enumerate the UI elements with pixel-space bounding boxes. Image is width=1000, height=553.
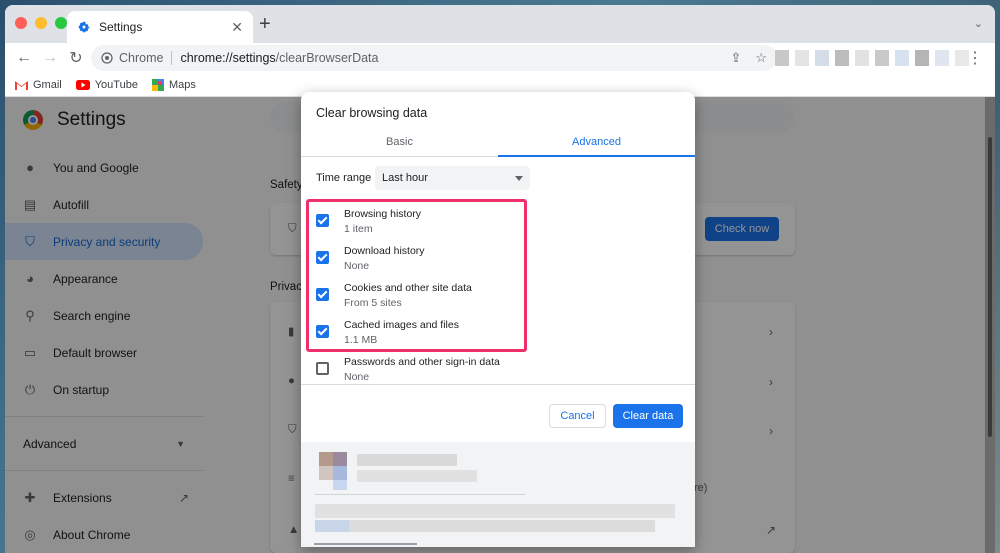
blurred-footer-link [315,520,349,532]
option-passwords[interactable]: Passwords and other sign-in data None [301,350,695,387]
blurred-footer-text [315,504,675,518]
footer-divider [315,494,525,495]
forward-button[interactable]: → [39,47,61,69]
share-icon[interactable]: ⇪ [730,50,741,66]
bookmark-gmail[interactable]: Gmail [15,79,62,91]
dialog-tabs: Basic Advanced [301,128,695,157]
omnibox-separator [171,51,173,65]
option-subtitle: None [344,371,370,383]
bookmark-label: YouTube [94,78,138,91]
tab-strip: Settings ✕ + ⌄ [5,5,995,43]
blurred-extensions [775,50,969,66]
tab-search-icon[interactable]: ⌄ [974,17,983,30]
bookmark-label: Gmail [33,78,62,91]
blurred-footer-text [315,520,655,532]
annotation-highlight-box [306,199,527,352]
tab-advanced[interactable]: Advanced [498,128,695,157]
url-host: chrome://settings [180,51,276,65]
blurred-account-email [357,470,477,482]
blurred-account-name [357,454,457,466]
tab-basic[interactable]: Basic [301,128,498,156]
close-window-button[interactable] [15,17,27,29]
toolbar: ← → ↻ Chrome chrome://settings/clearBrow… [5,43,995,73]
tab-settings[interactable]: Settings ✕ [67,11,253,43]
blurred-avatar [319,452,333,466]
dialog-title: Clear browsing data [316,106,428,120]
clear-data-button[interactable]: Clear data [613,404,683,428]
dialog-divider [301,384,695,385]
youtube-icon [75,79,90,90]
bookmark-label: Maps [168,78,196,91]
checkbox-unchecked-icon[interactable] [316,362,329,375]
time-range-select[interactable]: Last hour [375,166,530,190]
back-button[interactable]: ← [13,47,35,69]
option-title: Passwords and other sign-in data [344,356,500,368]
cancel-button[interactable]: Cancel [549,404,606,428]
star-icon[interactable]: ☆ [755,50,767,66]
kebab-menu-icon[interactable]: ⋮ [967,48,983,68]
url-path: /clearBrowserData [275,51,379,65]
chrome-icon [101,52,113,64]
window-controls [15,17,67,29]
bookmark-maps[interactable]: Maps [151,78,196,91]
blurred-avatar [333,466,347,480]
time-range-value: Last hour [382,172,428,184]
clear-browsing-data-dialog: Clear browsing data Basic Advanced Time … [301,92,695,547]
dialog-footer-account [301,442,695,547]
gear-icon [78,21,90,33]
reload-button[interactable]: ↻ [65,47,87,69]
blurred-avatar [319,466,333,480]
blurred-avatar [333,452,347,466]
close-tab-icon[interactable]: ✕ [231,19,243,36]
minimize-window-button[interactable] [35,17,47,29]
page-scrollbar[interactable] [985,97,995,553]
maximize-window-button[interactable] [55,17,67,29]
maps-icon [151,78,164,91]
tab-title: Settings [99,20,143,34]
omnibox-chrome-label: Chrome [119,51,164,65]
caret-down-icon [515,175,523,181]
gmail-icon [15,79,28,90]
blurred-avatar [333,480,347,490]
dialog-scrollbar[interactable] [314,543,417,545]
bookmark-youtube[interactable]: YouTube [75,78,138,91]
address-bar[interactable]: Chrome chrome://settings/clearBrowserDat… [91,45,777,71]
time-range-label: Time range [316,172,372,184]
new-tab-button[interactable]: + [259,14,271,34]
